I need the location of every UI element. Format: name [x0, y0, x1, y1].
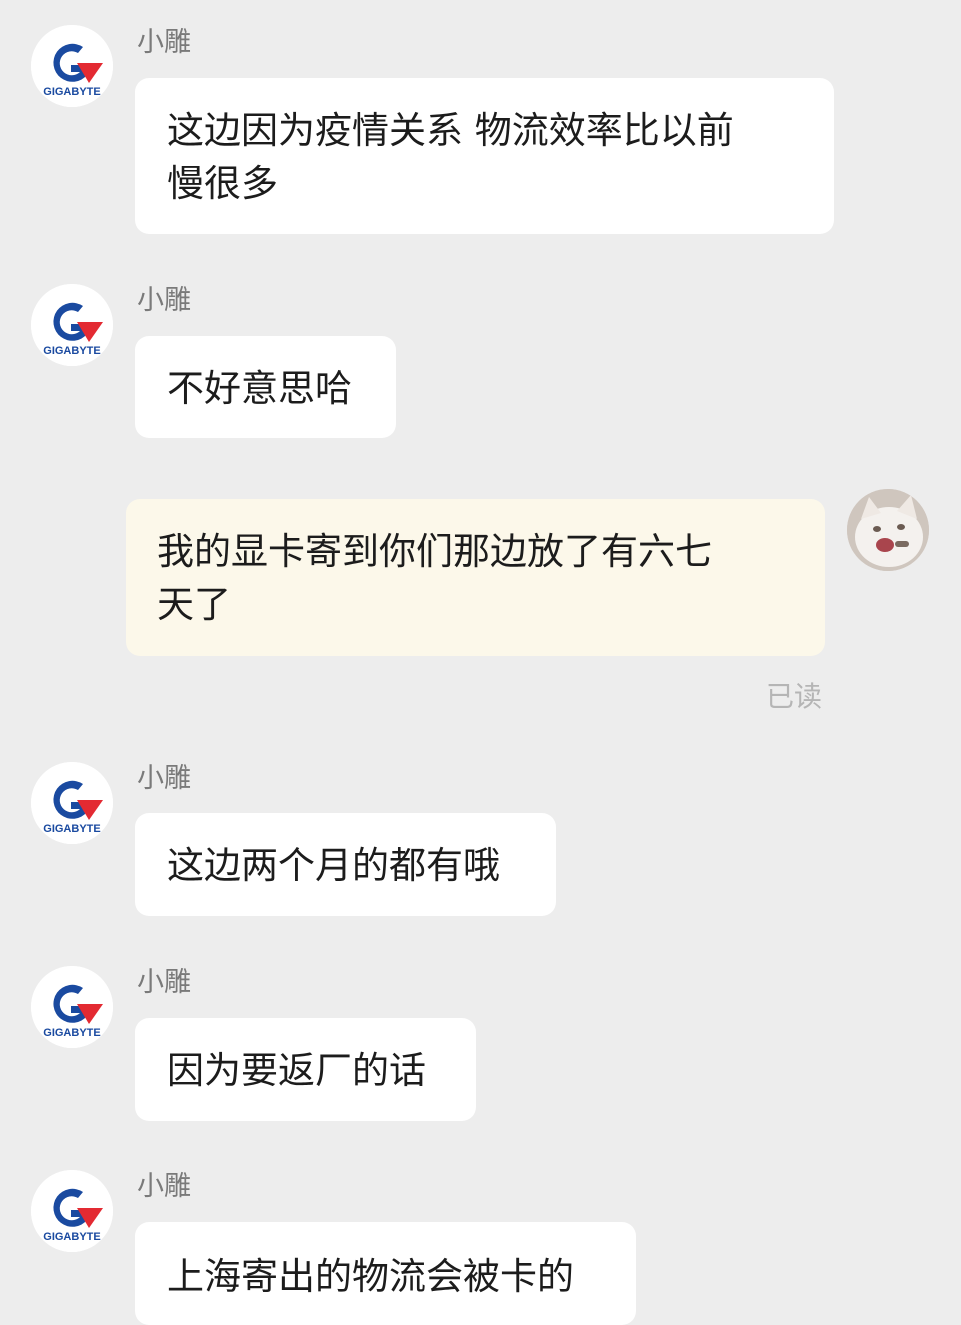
sender-name: 小雕 — [137, 27, 191, 58]
sender-avatar[interactable] — [31, 25, 113, 107]
gigabyte-logo-icon — [31, 762, 113, 844]
sender-name: 小雕 — [137, 967, 191, 998]
message-bubble[interactable]: 不好意思哈 — [135, 336, 396, 438]
my-avatar[interactable] — [847, 489, 929, 571]
message-bubble[interactable]: 上海寄出的物流会被卡的 — [135, 1222, 636, 1325]
sender-avatar[interactable] — [31, 762, 113, 844]
gigabyte-logo-icon — [31, 25, 113, 107]
gigabyte-logo-icon — [31, 966, 113, 1048]
cat-avatar-icon — [847, 489, 929, 571]
sender-name: 小雕 — [137, 763, 191, 794]
message-bubble[interactable]: 因为要返厂的话 — [135, 1018, 476, 1121]
read-status: 已读 — [766, 680, 823, 713]
sender-name: 小雕 — [137, 1171, 191, 1202]
sender-name: 小雕 — [137, 285, 191, 316]
gigabyte-logo-icon — [31, 284, 113, 366]
sender-avatar[interactable] — [31, 284, 113, 366]
message-bubble[interactable]: 我的显卡寄到你们那边放了有六七 天了 — [126, 499, 825, 656]
sender-avatar[interactable] — [31, 966, 113, 1048]
message-bubble[interactable]: 这边因为疫情关系 物流效率比以前 慢很多 — [135, 78, 834, 234]
gigabyte-logo-icon — [31, 1170, 113, 1252]
sender-avatar[interactable] — [31, 1170, 113, 1252]
message-bubble[interactable]: 这边两个月的都有哦 — [135, 813, 556, 916]
